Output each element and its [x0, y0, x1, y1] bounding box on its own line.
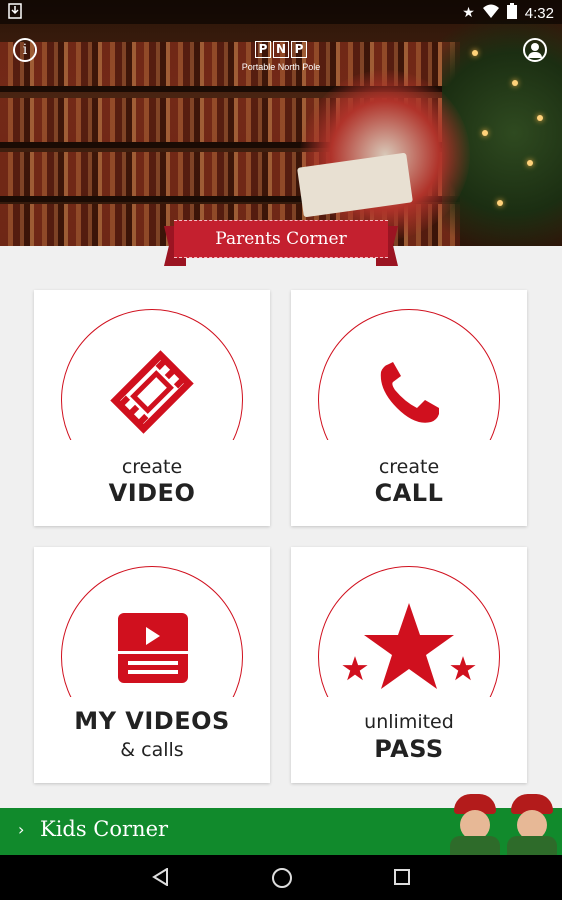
profile-button[interactable]	[523, 38, 547, 62]
unlimited-pass-card[interactable]: unlimited PASS	[291, 547, 527, 783]
elf-image	[505, 794, 559, 855]
star-icon	[359, 599, 459, 699]
kids-corner-bar[interactable]: › Kids Corner	[0, 794, 562, 855]
card-title: CALL	[374, 479, 444, 507]
my-videos-card[interactable]: MY VIDEOS & calls	[34, 547, 270, 783]
logo-letter: N	[273, 41, 289, 58]
small-star-icon	[341, 655, 369, 687]
system-nav-bar	[0, 855, 562, 900]
card-title: PASS	[374, 735, 444, 763]
banner-label: Parents Corner	[174, 220, 388, 258]
card-caption: & calls	[120, 739, 184, 761]
back-icon[interactable]	[152, 867, 170, 890]
small-star-icon	[449, 655, 477, 687]
chevron-right-icon: ›	[18, 820, 25, 839]
phone-icon	[359, 342, 459, 442]
film-icon	[102, 342, 202, 442]
card-caption: unlimited	[364, 711, 454, 733]
star-icon: ★	[462, 5, 475, 21]
wifi-icon	[482, 4, 499, 22]
card-title: VIDEO	[108, 479, 196, 507]
elf-image	[448, 794, 502, 855]
header-image: i P N P Portable North Pole	[0, 0, 562, 246]
card-caption: create	[378, 456, 440, 478]
status-bar: ★ 4:32	[0, 0, 562, 24]
kids-corner-label: Kids Corner	[40, 817, 169, 841]
create-call-card[interactable]: create CALL	[291, 290, 527, 526]
card-title: MY VIDEOS	[74, 707, 230, 735]
battery-icon	[506, 3, 517, 23]
app-logo: P N P Portable North Pole	[234, 38, 328, 72]
status-time: 4:32	[524, 4, 554, 22]
info-button[interactable]: i	[13, 38, 37, 62]
recents-icon[interactable]	[394, 869, 410, 885]
parents-corner-banner: Parents Corner	[164, 218, 398, 268]
logo-subtitle: Portable North Pole	[241, 62, 321, 72]
download-icon	[8, 3, 22, 23]
logo-letter: P	[291, 41, 307, 58]
create-video-card[interactable]: create VIDEO	[34, 290, 270, 526]
video-library-icon	[102, 599, 202, 699]
logo-letter: P	[255, 41, 271, 58]
card-caption: create	[121, 456, 183, 478]
home-icon[interactable]	[272, 868, 292, 888]
info-icon: i	[22, 42, 28, 58]
